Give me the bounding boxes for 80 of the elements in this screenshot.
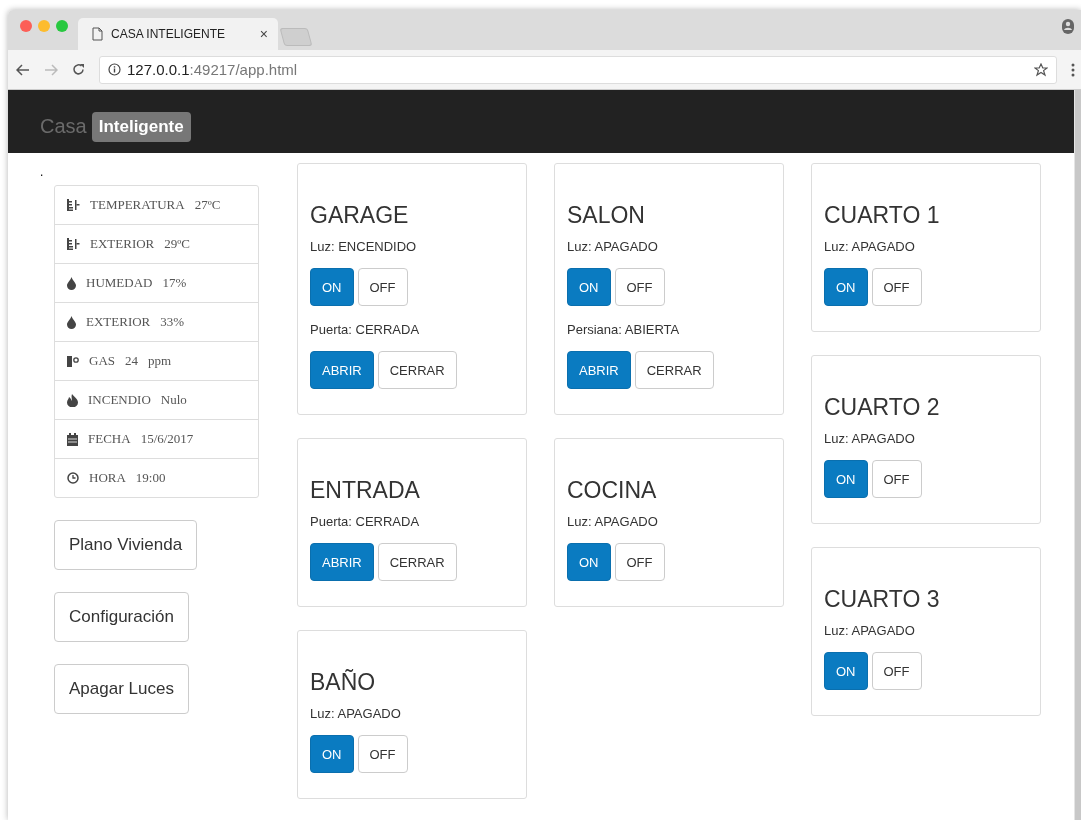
toggle-button[interactable]: ON — [824, 268, 868, 306]
room-title: BAÑO — [310, 669, 377, 696]
room-title: COCINA — [567, 477, 658, 504]
sensor-value: 33% — [160, 314, 185, 330]
sensor-label: FECHA — [88, 431, 131, 447]
address-field[interactable]: 127.0.0.1:49217/app.html — [99, 55, 1057, 84]
status-text: Puerta: CERRADA — [310, 514, 421, 529]
sensor-label: GAS — [89, 353, 115, 369]
status-text: Luz: APAGADO — [824, 239, 916, 254]
toggle-button[interactable]: ON — [567, 268, 611, 306]
toggle-button[interactable]: OFF — [871, 460, 922, 498]
profile-icon[interactable] — [1061, 18, 1075, 34]
side-button[interactable]: Plano Vivienda — [54, 520, 198, 570]
toggle-button[interactable]: OFF — [614, 268, 665, 306]
thermometer-icon — [67, 199, 80, 211]
toggle-button[interactable]: ABRIR — [310, 543, 374, 581]
status-text: Luz: APAGADO — [567, 239, 659, 254]
status-text: Puerta: CERRADA — [310, 322, 421, 337]
tab-title: CASA INTELIGENTE — [111, 27, 227, 41]
status-text: Luz: APAGADO — [824, 623, 916, 638]
tab-close-button[interactable]: × — [259, 26, 268, 42]
document-icon — [92, 27, 103, 41]
drop-icon — [67, 276, 76, 290]
status-text: Persiana: ABIERTA — [567, 322, 681, 337]
info-icon[interactable] — [108, 63, 121, 76]
sensor-value: 29ºC — [164, 236, 190, 252]
menu-icon[interactable] — [1071, 62, 1075, 77]
status-text: Luz: APAGADO — [824, 431, 916, 446]
toggle-button[interactable]: ON — [310, 268, 354, 306]
status-text: Luz: APAGADO — [310, 706, 402, 721]
gas-cylinder-icon — [67, 355, 79, 367]
drop-icon — [67, 315, 76, 329]
toggle-button[interactable]: CERRAR — [634, 351, 714, 389]
toggle-button[interactable]: OFF — [357, 268, 408, 306]
toggle-button[interactable]: ON — [310, 735, 354, 773]
back-icon[interactable] — [16, 63, 30, 76]
sensor-label: INCENDIO — [88, 392, 151, 408]
reload-icon[interactable] — [72, 63, 85, 76]
sensor-value: Nulo — [160, 392, 187, 408]
toggle-button[interactable]: ABRIR — [310, 351, 374, 389]
sensor-label: EXTERIOR — [90, 236, 155, 252]
room-title: CUARTO 3 — [824, 586, 941, 613]
sensor-value: 27ºC — [194, 197, 221, 213]
status-text: Luz: APAGADO — [567, 514, 659, 529]
toggle-button[interactable]: CERRAR — [377, 351, 457, 389]
toggle-button[interactable]: OFF — [614, 543, 665, 581]
sensor-value: 24 — [125, 353, 138, 369]
toggle-button[interactable]: OFF — [871, 268, 922, 306]
page-dot: . — [40, 167, 44, 179]
thermometer-icon — [67, 238, 80, 250]
sensor-value: 15/6/2017 — [140, 431, 194, 447]
sensor-label: HORA — [89, 470, 126, 486]
toggle-button[interactable]: CERRAR — [377, 543, 457, 581]
clock-icon — [67, 472, 79, 484]
sensor-label: TEMPERATURA — [90, 197, 185, 213]
sensor-value: 19:00 — [135, 470, 166, 486]
flame-icon — [67, 393, 78, 407]
sensor-label: HUMEDAD — [86, 275, 153, 291]
side-button[interactable]: Configuración — [54, 592, 189, 642]
close-window-button[interactable] — [20, 20, 32, 32]
room-title: SALON — [567, 202, 646, 229]
toggle-button[interactable]: ON — [824, 460, 868, 498]
room-title: CUARTO 2 — [824, 394, 941, 421]
room-title: GARAGE — [310, 202, 410, 229]
calendar-icon — [67, 432, 78, 446]
sensor-unit: ppm — [148, 353, 172, 369]
toggle-button[interactable]: ABRIR — [567, 351, 631, 389]
toggle-button[interactable]: ON — [567, 543, 611, 581]
star-icon[interactable] — [1034, 62, 1048, 77]
side-button[interactable]: Apagar Luces — [54, 664, 189, 714]
toggle-button[interactable]: ON — [824, 652, 868, 690]
browser-tab[interactable]: CASA INTELIGENTE × — [78, 18, 278, 50]
status-text: Luz: ENCENDIDO — [310, 239, 418, 254]
toggle-button[interactable]: OFF — [357, 735, 408, 773]
room-title: ENTRADA — [310, 477, 421, 504]
sensor-label: EXTERIOR — [86, 314, 151, 330]
room-title: CUARTO 1 — [824, 202, 941, 229]
toggle-button[interactable]: OFF — [871, 652, 922, 690]
sensor-value: 17% — [162, 275, 187, 291]
brand-badge: Inteligente — [91, 111, 191, 142]
